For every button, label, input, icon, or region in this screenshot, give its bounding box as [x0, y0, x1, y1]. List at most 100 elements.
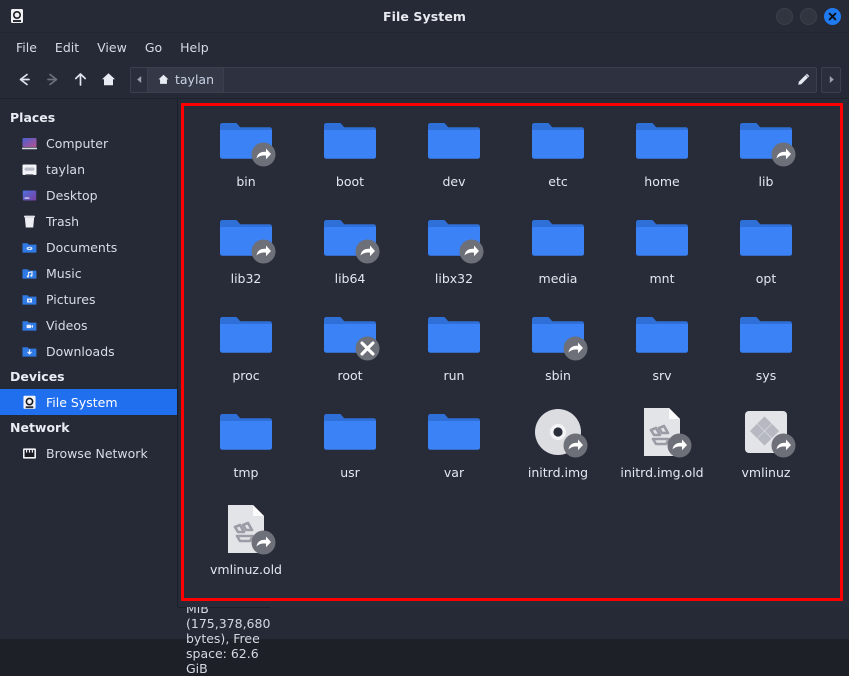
folder-icon-wrap — [319, 112, 381, 170]
file-item-lib32[interactable]: lib32 — [194, 209, 298, 306]
home-button[interactable] — [94, 66, 122, 94]
sidebar-item-trash[interactable]: Trash — [0, 208, 177, 234]
folder-icon-wrap — [631, 209, 693, 267]
file-item-label: run — [443, 368, 465, 383]
menu-view[interactable]: View — [89, 37, 135, 58]
sidebar-section-network: Network — [10, 420, 70, 435]
file-item-label: srv — [652, 368, 672, 383]
sidebar-item-desktop[interactable]: Desktop — [0, 182, 177, 208]
folder-icon — [740, 219, 792, 256]
sidebar-item-label: Computer — [46, 135, 109, 151]
sidebar-item-computer[interactable]: Computer — [0, 130, 177, 156]
file-item-home[interactable]: home — [610, 112, 714, 209]
videos-folder-icon — [20, 316, 38, 334]
folder-icon-wrap — [423, 306, 485, 364]
file-view[interactable]: bin boot dev etc home lib lib32 lib64 libx32 medi… — [178, 99, 849, 607]
file-item-etc[interactable]: etc — [506, 112, 610, 209]
symlink-emblem — [563, 433, 588, 458]
sidebar-item-browse-network[interactable]: Browse Network — [0, 440, 177, 466]
file-item-proc[interactable]: proc — [194, 306, 298, 403]
file-item-sbin[interactable]: sbin — [506, 306, 610, 403]
file-item-label: home — [644, 174, 680, 189]
binary-icon-wrap — [735, 403, 797, 461]
folder-icon-wrap — [735, 209, 797, 267]
sidebar-item-downloads[interactable]: Downloads — [0, 338, 177, 364]
file-item-initrd-img-old[interactable]: initrd.img.old — [610, 403, 714, 500]
window-body: Places Computer taylan Desktop Trash Doc… — [0, 99, 849, 607]
window-controls — [776, 7, 841, 25]
window-title: File System — [382, 8, 467, 24]
breadcrumb-taylan[interactable]: taylan — [148, 67, 225, 92]
file-item-boot[interactable]: boot — [298, 112, 402, 209]
folder-icon — [324, 122, 376, 159]
menu-go[interactable]: Go — [137, 37, 170, 58]
file-item-run[interactable]: run — [402, 306, 506, 403]
sidebar-item-file-system[interactable]: File System — [0, 389, 177, 415]
forward-button[interactable] — [38, 66, 66, 94]
file-item-sys[interactable]: sys — [714, 306, 818, 403]
sidebar-item-videos[interactable]: Videos — [0, 312, 177, 338]
file-item-vmlinuz-old[interactable]: vmlinuz.old — [194, 500, 298, 597]
folder-icon — [428, 413, 480, 450]
folder-icon-wrap — [735, 306, 797, 364]
symlink-emblem-icon — [667, 433, 692, 458]
pictures-folder-icon — [20, 290, 38, 308]
sidebar-item-label: Desktop — [46, 187, 98, 203]
file-item-dev[interactable]: dev — [402, 112, 506, 209]
file-item-vmlinuz[interactable]: vmlinuz — [714, 403, 818, 500]
unreadable-emblem — [355, 336, 380, 361]
path-edit-button[interactable] — [790, 67, 816, 92]
file-item-libx32[interactable]: libx32 — [402, 209, 506, 306]
file-item-var[interactable]: var — [402, 403, 506, 500]
status-bar: 21 folders, 4 files: 167.3 MiB (175,378,… — [178, 571, 270, 676]
file-item-label: var — [443, 465, 465, 480]
path-empty-area[interactable] — [224, 67, 790, 92]
folder-icon-wrap — [527, 306, 589, 364]
file-item-root[interactable]: root — [298, 306, 402, 403]
folder-icon-wrap — [215, 403, 277, 461]
file-item-label: root — [337, 368, 363, 383]
folder-icon — [636, 122, 688, 159]
file-item-opt[interactable]: opt — [714, 209, 818, 306]
documents-folder-icon — [20, 238, 38, 256]
path-scroll-right-button[interactable] — [821, 66, 841, 93]
sidebar-item-pictures[interactable]: Pictures — [0, 286, 177, 312]
sidebar-item-taylan[interactable]: taylan — [0, 156, 177, 182]
symlink-emblem-icon — [251, 530, 276, 555]
menu-help[interactable]: Help — [172, 37, 217, 58]
file-item-label: tmp — [233, 465, 259, 480]
folder-icon — [220, 316, 272, 353]
up-button[interactable] — [66, 66, 94, 94]
file-item-label: bin — [236, 174, 256, 189]
file-item-srv[interactable]: srv — [610, 306, 714, 403]
menu-edit[interactable]: Edit — [47, 37, 87, 58]
symlink-emblem-icon — [251, 239, 276, 264]
menu-file[interactable]: File — [8, 37, 45, 58]
file-item-tmp[interactable]: tmp — [194, 403, 298, 500]
sidebar-item-documents[interactable]: Documents — [0, 234, 177, 260]
file-item-label: mnt — [649, 271, 675, 286]
file-item-bin[interactable]: bin — [194, 112, 298, 209]
symlink-emblem-icon — [459, 239, 484, 264]
minimize-button[interactable] — [776, 7, 793, 25]
document-icon-wrap — [631, 403, 693, 461]
path-bar: taylan — [130, 66, 817, 93]
back-button[interactable] — [10, 66, 38, 94]
file-item-lib64[interactable]: lib64 — [298, 209, 402, 306]
sidebar-item-label: File System — [46, 394, 118, 410]
folder-icon — [636, 219, 688, 256]
folder-icon — [532, 219, 584, 256]
file-item-initrd-img[interactable]: initrd.img — [506, 403, 610, 500]
sidebar-item-music[interactable]: Music — [0, 260, 177, 286]
file-item-label: etc — [548, 174, 568, 189]
document-icon-wrap — [215, 500, 277, 558]
file-item-media[interactable]: media — [506, 209, 610, 306]
file-item-mnt[interactable]: mnt — [610, 209, 714, 306]
music-folder-icon — [20, 264, 38, 282]
path-scroll-left-button[interactable] — [131, 67, 148, 92]
maximize-button[interactable] — [800, 7, 817, 25]
close-button[interactable] — [824, 7, 841, 25]
file-item-lib[interactable]: lib — [714, 112, 818, 209]
symlink-emblem-icon — [355, 239, 380, 264]
file-item-usr[interactable]: usr — [298, 403, 402, 500]
